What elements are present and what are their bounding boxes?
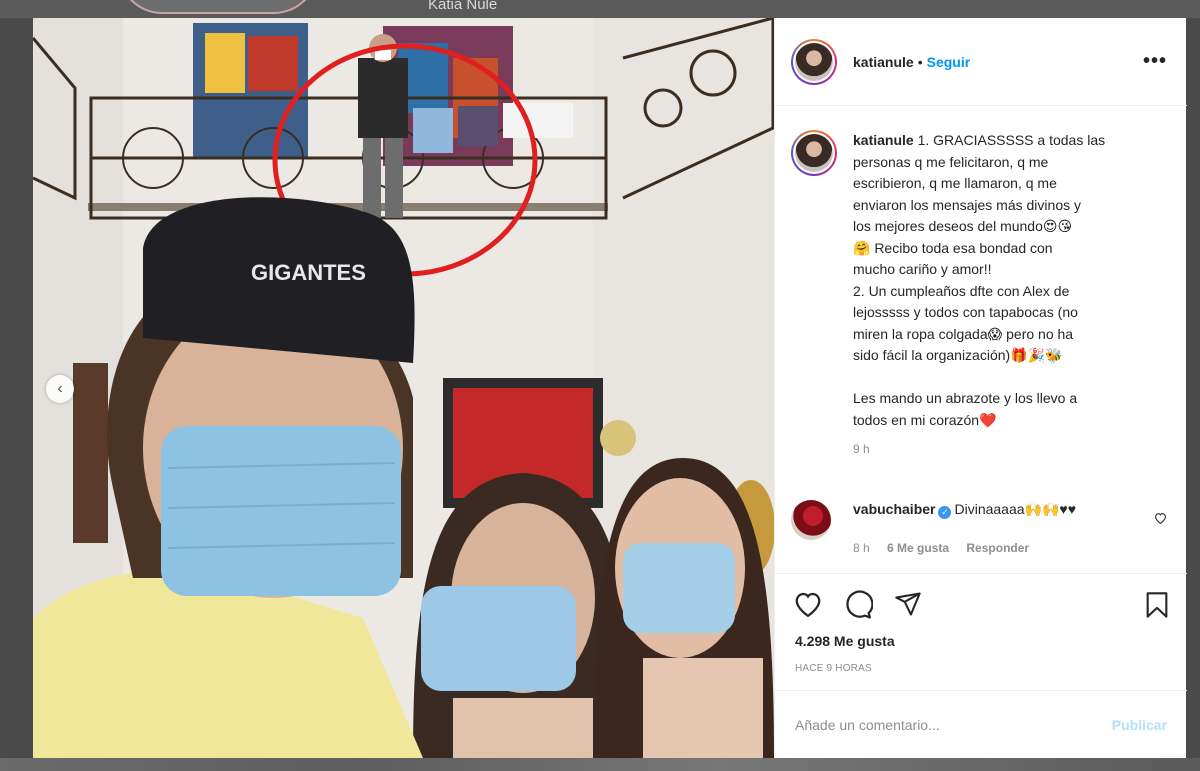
caption-avatar[interactable] xyxy=(791,130,837,176)
caption-line: lejosssss y todos con tapabocas (no xyxy=(853,304,1078,320)
likes-count[interactable]: 4.298 Me gusta xyxy=(795,633,895,649)
small-heart-icon[interactable] xyxy=(1154,512,1167,527)
post-author-username[interactable]: katianule xyxy=(853,54,914,70)
caption-username[interactable]: katianule xyxy=(853,132,914,148)
caption-line: sido fácil la organización)🎁🎉🐝 xyxy=(853,347,1063,363)
caption-line: personas q me felicitaron, q me xyxy=(853,153,1049,170)
cap-logo-text: GIGANTES xyxy=(251,260,366,285)
background-avatar xyxy=(118,0,318,14)
caption-line: escribieron, q me llamaron, q me xyxy=(853,175,1057,191)
post-timestamp[interactable]: HACE 9 HORAS xyxy=(795,663,872,674)
caption-line: todos en mi corazón❤️ xyxy=(853,411,997,428)
post-header: katianule • Seguir ••• xyxy=(775,18,1187,106)
post-caption: katianule 1. GRACIASSSSS a todas las per… xyxy=(791,130,1171,461)
post-sidebar: katianule • Seguir ••• katianule 1. GRAC… xyxy=(774,18,1187,758)
caption-line: miren la ropa colgada😱 pero no ha xyxy=(853,325,1074,342)
caption-line: enviaron los mensajes más divinos y xyxy=(853,196,1081,213)
comment-body: vabuchaiber ✓ Divinaaaaa🙌🙌♥♥ 8 h 6 Me gust… xyxy=(853,500,1076,557)
post-photo[interactable]: GIGANTES xyxy=(33,18,774,758)
caption-line: Les mando un abrazote y los llevo a xyxy=(853,390,1078,406)
heart-outline-icon[interactable] xyxy=(793,590,823,623)
comment-likes[interactable]: 6 Me gusta xyxy=(887,541,949,555)
comment-username[interactable]: vabuchaiber xyxy=(853,501,935,517)
avatar[interactable] xyxy=(791,38,837,85)
comment-text: Divinaaaaa🙌🙌♥♥ xyxy=(954,501,1077,517)
bookmark-icon[interactable] xyxy=(1143,590,1171,625)
chevron-left-icon[interactable]: ‹ xyxy=(46,375,74,403)
add-comment-bar: Publicar xyxy=(775,690,1187,758)
caption-timestamp[interactable]: 9 h xyxy=(853,439,1153,461)
caption-body: katianule 1. GRACIASSSSS a todas las per… xyxy=(853,130,1153,461)
actions-divider xyxy=(775,573,1187,574)
publish-button[interactable]: Publicar xyxy=(1112,717,1167,733)
background-page-strip: Katia Nule xyxy=(0,0,1200,18)
selfie-photo-illustration: GIGANTES xyxy=(33,18,774,758)
comment-item: vabuchaiber ✓ Divinaaaaa🙌🙌♥♥ 8 h 6 Me gust… xyxy=(791,500,1171,557)
post-action-bar xyxy=(793,590,1173,622)
more-options-icon[interactable]: ••• xyxy=(1143,50,1167,73)
comment-input[interactable] xyxy=(795,716,1112,733)
comment-avatar[interactable] xyxy=(791,500,831,540)
comment-timestamp[interactable]: 8 h xyxy=(853,541,870,555)
caption-line: 🤗 Recibo toda esa bondad con xyxy=(853,239,1053,256)
caption-line: mucho cariño y amor!! xyxy=(853,261,992,277)
speech-bubble-icon[interactable] xyxy=(843,590,874,625)
paper-plane-icon[interactable] xyxy=(893,590,923,623)
separator-dot: • xyxy=(917,53,923,70)
follow-button[interactable]: Seguir xyxy=(927,54,971,70)
verified-badge-icon: ✓ xyxy=(938,506,952,519)
caption-line: katianule 1. GRACIASSSSS a todas las xyxy=(853,132,1106,148)
caption-line: los mejores deseos del mundo😍😘 xyxy=(853,218,1073,234)
caption-line: 2. Un cumpleaños dfte con Alex de xyxy=(853,282,1070,299)
caption-line xyxy=(853,367,1153,389)
carousel-dots xyxy=(438,751,448,758)
background-profile-name: Katia Nule xyxy=(428,0,498,13)
background-page-strip-bottom xyxy=(0,758,1200,771)
reply-button[interactable]: Responder xyxy=(966,541,1029,555)
